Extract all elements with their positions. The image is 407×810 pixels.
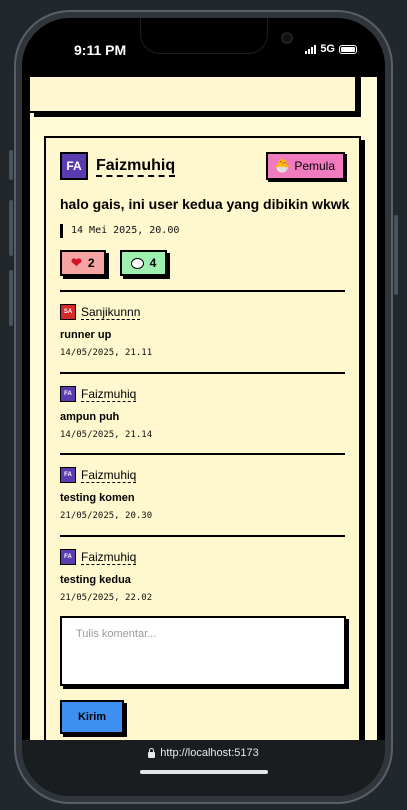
comment-item: FA Faizmuhiq testing kedua 21/05/2025, 2…	[60, 535, 345, 617]
heart-icon: ❤	[71, 255, 82, 270]
comment-header: SA Sanjikunnn	[60, 304, 141, 320]
rank-badge-label: Pemula	[294, 159, 335, 173]
battery-icon	[339, 44, 357, 54]
comment-time: 21/05/2025, 22.02	[60, 593, 153, 603]
comment-user-link[interactable]: Faizmuhiq	[81, 387, 137, 402]
avatar[interactable]: FA	[60, 152, 88, 180]
status-time: 9:11 PM	[74, 42, 127, 58]
comment-header: FA Faizmuhiq	[60, 386, 137, 402]
comment-user-link[interactable]: Faizmuhiq	[81, 468, 137, 483]
comment-input[interactable]: Tulis komentar...	[60, 616, 346, 686]
comment-time: 21/05/2025, 20.30	[60, 511, 153, 521]
comment-text: runner up	[60, 329, 112, 341]
dynamic-island	[140, 18, 293, 54]
comment-header: FA Faizmuhiq	[60, 467, 137, 483]
post-card: FA Faizmuhiq 🐣 Pemula halo gais, ini use…	[44, 136, 361, 740]
lock-icon	[148, 747, 156, 758]
comment-text: testing kedua	[60, 574, 131, 586]
side-button-volume-up	[9, 200, 13, 256]
comment-item: SA Sanjikunnn runner up 14/05/2025, 21.1…	[60, 290, 345, 372]
status-indicators: 5G	[305, 43, 357, 55]
app-viewport[interactable]: FA Faizmuhiq 🐣 Pemula halo gais, ini use…	[30, 77, 377, 740]
network-label: 5G	[320, 43, 335, 55]
side-button-volume-down	[9, 270, 13, 326]
avatar[interactable]: FA	[60, 467, 76, 483]
comment-user-link[interactable]: Sanjikunnn	[81, 305, 141, 320]
post-actions: ❤ 2 4	[60, 250, 168, 276]
comment-count: 4	[149, 256, 157, 270]
comment-time: 14/05/2025, 21.11	[60, 348, 153, 358]
camera-icon	[281, 32, 293, 44]
comment-bubble-icon	[130, 257, 144, 269]
avatar[interactable]: FA	[60, 549, 76, 565]
submit-comment-button[interactable]: Kirim	[60, 700, 124, 734]
address-bar[interactable]: http://localhost:5173	[22, 747, 385, 759]
browser-toolbar: http://localhost:5173	[22, 740, 385, 796]
post-date: 14 Mei 2025, 20.00	[60, 224, 179, 238]
comment-text: ampun puh	[60, 411, 120, 423]
comment-button[interactable]: 4	[119, 250, 168, 276]
previous-post-card[interactable]	[30, 77, 357, 113]
home-indicator[interactable]	[140, 770, 268, 774]
signal-icon	[305, 44, 317, 54]
comment-user-link[interactable]: Faizmuhiq	[81, 550, 137, 565]
comment-text: testing komen	[60, 492, 135, 504]
like-count: 2	[87, 256, 95, 270]
rank-badge: 🐣 Pemula	[266, 152, 345, 180]
comment-item: FA Faizmuhiq ampun puh 14/05/2025, 21.14	[60, 372, 345, 454]
post-content: halo gais, ini user kedua yang dibikin w…	[60, 196, 350, 212]
comment-item: FA Faizmuhiq testing komen 21/05/2025, 2…	[60, 453, 345, 535]
side-button-mute	[9, 150, 13, 180]
post-author-row: FA Faizmuhiq 🐣 Pemula	[60, 152, 345, 182]
phone-screen: 9:11 PM 5G FA Faizmuhiq 🐣 Pemula halo ga…	[22, 18, 385, 796]
status-bar: 9:11 PM 5G	[22, 18, 385, 74]
post-author-link[interactable]: Faizmuhiq	[96, 157, 176, 177]
side-button-power	[394, 215, 398, 295]
comment-header: FA Faizmuhiq	[60, 549, 137, 565]
address-bar-url: http://localhost:5173	[160, 747, 259, 759]
avatar[interactable]: FA	[60, 386, 76, 402]
avatar[interactable]: SA	[60, 304, 76, 320]
comment-time: 14/05/2025, 21.14	[60, 430, 153, 440]
chick-icon: 🐣	[274, 158, 291, 173]
like-button[interactable]: ❤ 2	[60, 250, 106, 276]
